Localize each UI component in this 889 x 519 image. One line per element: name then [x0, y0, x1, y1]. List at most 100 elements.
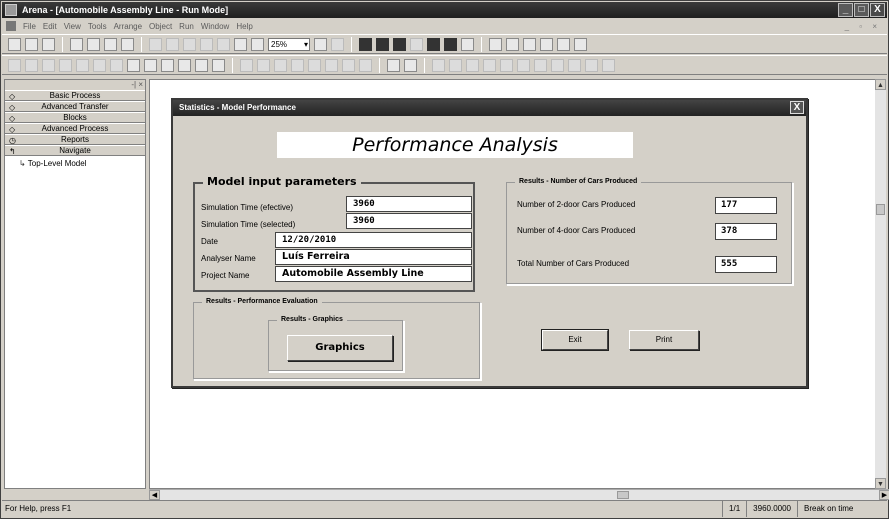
draw-line-icon[interactable] [489, 37, 502, 51]
step-icon[interactable] [376, 37, 389, 51]
menu-run[interactable]: Run [179, 22, 194, 31]
rectangle-icon[interactable] [59, 58, 72, 72]
screen-icon[interactable] [234, 37, 247, 51]
ellipse-icon[interactable] [93, 58, 106, 72]
animate-resource-icon[interactable] [342, 58, 355, 72]
line-color-icon[interactable] [127, 58, 140, 72]
distance-icon[interactable] [483, 58, 496, 72]
new-icon[interactable] [8, 37, 21, 51]
panel-advanced-transfer[interactable]: ◇ Advanced Transfer [5, 101, 145, 112]
menu-window[interactable]: Window [201, 22, 229, 31]
menu-tools[interactable]: Tools [88, 22, 107, 31]
two-door-field[interactable]: 177 [715, 197, 777, 214]
text-color-icon[interactable] [161, 58, 174, 72]
pause-icon[interactable] [410, 37, 423, 51]
display-icon[interactable] [506, 37, 519, 51]
horizontal-scroll-thumb[interactable] [617, 491, 629, 499]
arc-icon[interactable] [42, 58, 55, 72]
exit-button[interactable]: Exit [541, 329, 609, 351]
animate-variable-icon[interactable] [257, 58, 270, 72]
date-field[interactable]: 12/20/2010 [275, 232, 472, 248]
graphics-button[interactable]: Graphics [287, 335, 393, 361]
end-icon[interactable] [444, 37, 457, 51]
intersection-icon[interactable] [517, 58, 530, 72]
scroll-down-icon[interactable]: ▼ [875, 478, 886, 489]
close-button[interactable]: X [870, 3, 885, 17]
paste-icon[interactable] [183, 37, 196, 51]
storage-icon[interactable] [551, 58, 564, 72]
text-icon[interactable] [110, 58, 123, 72]
dialog-close-button[interactable]: X [790, 101, 804, 114]
dialog-title-bar[interactable]: Statistics - Model Performance X [173, 100, 806, 116]
menu-view[interactable]: View [64, 22, 81, 31]
scroll-left-icon[interactable]: ◀ [149, 490, 160, 500]
lock-icon[interactable] [557, 37, 570, 51]
start-over-icon[interactable] [427, 37, 440, 51]
menu-edit[interactable]: Edit [43, 22, 57, 31]
total-cars-field[interactable]: 555 [715, 256, 777, 273]
network-icon[interactable] [500, 58, 513, 72]
project-name-field[interactable]: Automobile Assembly Line [275, 266, 472, 282]
project-bar-close-icon[interactable]: -| × [131, 80, 143, 89]
horizontal-scrollbar[interactable]: ◀ ▶ [149, 489, 889, 500]
parking-icon[interactable] [534, 58, 547, 72]
scroll-up-icon[interactable]: ▲ [875, 79, 886, 90]
chart-icon[interactable] [404, 58, 417, 72]
panel-navigate[interactable]: ↰ Navigate [5, 145, 145, 156]
zoom-select[interactable]: 25% [268, 37, 310, 51]
animate-plot-icon[interactable] [308, 58, 321, 72]
undo-icon[interactable] [200, 37, 213, 51]
animate-clock-icon[interactable] [240, 58, 253, 72]
station-icon[interactable] [432, 58, 445, 72]
sim-time-selected-field[interactable]: 3960 [346, 213, 472, 229]
panel-basic-process[interactable]: ◇ Basic Process [5, 90, 145, 101]
fill-color-icon[interactable] [144, 58, 157, 72]
route-icon[interactable] [449, 58, 462, 72]
context-help-icon[interactable] [461, 37, 474, 51]
cut-icon[interactable] [149, 37, 162, 51]
minimize-button[interactable]: _ [838, 3, 853, 17]
print-preview-icon[interactable] [121, 37, 134, 51]
analyser-name-field[interactable]: Luís Ferreira [275, 249, 472, 265]
menu-file[interactable]: File [23, 22, 36, 31]
open-icon[interactable] [25, 37, 38, 51]
sim-time-efective-field[interactable]: 3960 [346, 196, 472, 212]
panel-blocks[interactable]: ◇ Blocks [5, 112, 145, 123]
line-icon[interactable] [8, 58, 21, 72]
menu-arrange[interactable]: Arrange [114, 22, 142, 31]
animation-icon[interactable] [574, 37, 587, 51]
panel-reports[interactable]: ◷ Reports [5, 134, 145, 145]
vertical-scroll-thumb[interactable] [876, 204, 885, 215]
tree-top-level-model[interactable]: ↳ Top-Level Model [5, 156, 145, 169]
transporter-icon[interactable] [585, 58, 598, 72]
line-style-icon[interactable] [195, 58, 208, 72]
four-door-field[interactable]: 378 [715, 223, 777, 240]
animate-level-icon[interactable] [274, 58, 287, 72]
polyline-icon[interactable] [25, 58, 38, 72]
connect-icon[interactable] [331, 37, 344, 51]
segment-icon[interactable] [466, 58, 479, 72]
vertical-scrollbar[interactable]: ▲ ▼ [875, 79, 886, 489]
save-icon[interactable] [42, 37, 55, 51]
fast-forward-icon[interactable] [393, 37, 406, 51]
copy-icon[interactable] [166, 37, 179, 51]
fill-pattern-icon[interactable] [212, 58, 225, 72]
print-icon[interactable] [104, 37, 117, 51]
print-button[interactable]: Print [629, 330, 699, 350]
scroll-right-icon[interactable]: ▶ [879, 490, 889, 500]
zoom-icon[interactable] [251, 37, 264, 51]
binoculars-icon[interactable] [540, 37, 553, 51]
restore-button[interactable]: □ [854, 3, 869, 17]
pointer-icon[interactable] [523, 37, 536, 51]
redo-icon[interactable] [217, 37, 230, 51]
menu-help[interactable]: Help [236, 22, 252, 31]
animate-queue-icon[interactable] [325, 58, 338, 72]
window-background-icon[interactable] [178, 58, 191, 72]
polygon-icon[interactable] [76, 58, 89, 72]
panel-advanced-process[interactable]: ◇ Advanced Process [5, 123, 145, 134]
template-detach-icon[interactable] [87, 37, 100, 51]
document-icon[interactable] [6, 21, 16, 31]
animate-global-icon[interactable] [359, 58, 372, 72]
animate-histogram-icon[interactable] [291, 58, 304, 72]
seize-icon[interactable] [568, 58, 581, 72]
